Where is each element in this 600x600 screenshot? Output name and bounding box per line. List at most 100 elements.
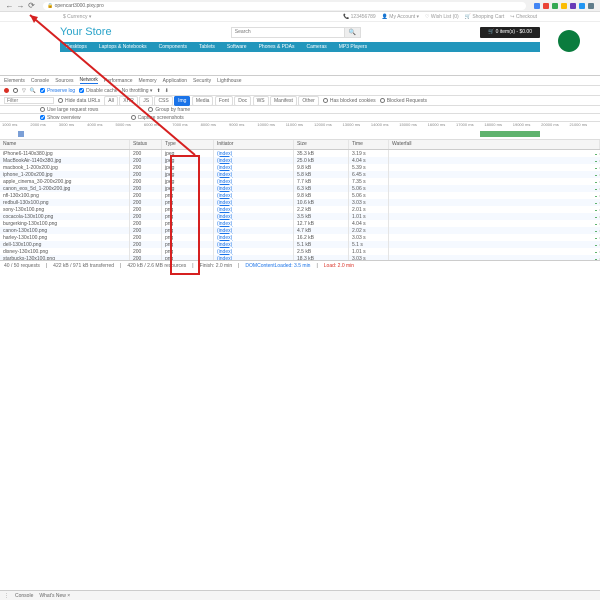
- nav-item[interactable]: Phones & PDAs: [253, 42, 301, 52]
- notification-badge[interactable]: [558, 30, 580, 52]
- filter-icon[interactable]: ▽: [22, 88, 26, 94]
- phone-link[interactable]: 📞 123456789: [343, 14, 376, 20]
- col-initiator[interactable]: Initiator: [214, 140, 294, 149]
- timeline-overview[interactable]: 1000 ms2000 ms3000 ms4000 ms5000 ms6000 …: [0, 122, 600, 140]
- filter-type[interactable]: Font: [215, 96, 233, 106]
- checkout-link[interactable]: ↪ Checkout: [510, 14, 537, 20]
- nav-item[interactable]: Components: [153, 42, 193, 52]
- nav-item[interactable]: Tablets: [193, 42, 221, 52]
- filter-type[interactable]: WS: [253, 96, 269, 106]
- filter-type[interactable]: Media: [192, 96, 214, 106]
- large-rows-checkbox[interactable]: Use large request rows: [40, 107, 98, 113]
- timeline-tick: 6000 ms: [144, 122, 172, 130]
- ext-icon[interactable]: [570, 3, 576, 9]
- timeline-tick: 7000 ms: [172, 122, 200, 130]
- ext-icon[interactable]: [552, 3, 558, 9]
- view-options: Use large request rows Group by frame: [0, 106, 600, 114]
- summary-finish: Finish: 2.0 min: [200, 263, 233, 269]
- timeline-tick: 14000 ms: [371, 122, 399, 130]
- nav-item[interactable]: Laptops & Notebooks: [93, 42, 153, 52]
- network-summary: 40 / 50 requests| 422 kB / 971 kB transf…: [0, 260, 600, 270]
- upload-icon[interactable]: ⬆: [156, 88, 160, 94]
- hide-dataurl-checkbox[interactable]: Hide data URLs: [58, 98, 100, 104]
- wishlist-link[interactable]: ♡ Wish List (0): [425, 14, 459, 20]
- devtools-tabs: Elements Console Sources Network Performance…: [0, 76, 600, 86]
- back-icon[interactable]: ←: [6, 2, 13, 9]
- nav-item[interactable]: Cameras: [300, 42, 332, 52]
- blocked-requests-checkbox[interactable]: Blocked Requests: [380, 98, 427, 104]
- ext-icon[interactable]: [534, 3, 540, 9]
- col-status[interactable]: Status: [130, 140, 162, 149]
- timeline-tick: 18000 ms: [484, 122, 512, 130]
- timeline-tick: 2000 ms: [30, 122, 58, 130]
- cart-button[interactable]: 🛒 0 item(s) - $0.00: [480, 27, 540, 38]
- col-time[interactable]: Time: [349, 140, 389, 149]
- forward-icon[interactable]: →: [17, 2, 24, 9]
- screenshots-checkbox[interactable]: Capture screenshots: [131, 115, 184, 121]
- browser-chrome: ← → ⟳ 🔒 opencart3000.pixy.pro: [0, 0, 600, 12]
- devtools-tab[interactable]: Lighthouse: [217, 78, 241, 84]
- timeline-tick: 15000 ms: [399, 122, 427, 130]
- timeline-tick: 13000 ms: [343, 122, 371, 130]
- ext-icon[interactable]: [588, 3, 594, 9]
- nav-item[interactable]: MP3 Players: [333, 42, 373, 52]
- col-waterfall[interactable]: Waterfall: [389, 140, 600, 149]
- filter-type[interactable]: Manifest: [270, 96, 297, 106]
- cart-link[interactable]: 🛒 Shopping Cart: [465, 14, 505, 20]
- col-name[interactable]: Name: [0, 140, 130, 149]
- download-icon[interactable]: ⬇: [165, 88, 169, 94]
- devtools-tab[interactable]: Console: [31, 78, 49, 84]
- account-menu[interactable]: 👤 My Account ▾: [382, 14, 419, 20]
- console-tab[interactable]: Console: [15, 593, 33, 599]
- devtools-tab[interactable]: Memory: [139, 78, 157, 84]
- search-button[interactable]: 🔍: [345, 27, 361, 38]
- lock-icon: 🔒: [47, 3, 53, 9]
- disable-cache-checkbox[interactable]: Disable cache: [79, 88, 117, 94]
- search-input[interactable]: [231, 27, 345, 38]
- store-logo[interactable]: Your Store: [60, 26, 112, 38]
- timeline-tick: 4000 ms: [87, 122, 115, 130]
- filter-type[interactable]: Other: [298, 96, 319, 106]
- col-type[interactable]: Type: [162, 140, 214, 149]
- filter-type[interactable]: JS: [139, 96, 153, 106]
- ext-icon[interactable]: [579, 3, 585, 9]
- timeline-tick: 12000 ms: [314, 122, 342, 130]
- filter-type[interactable]: Img: [174, 96, 190, 106]
- blocked-cookies-checkbox[interactable]: Has blocked cookies: [323, 98, 376, 104]
- reload-icon[interactable]: ⟳: [28, 2, 35, 9]
- nav-item[interactable]: Software: [221, 42, 253, 52]
- preserve-log-checkbox[interactable]: Preserve log: [40, 88, 75, 94]
- ext-icon[interactable]: [561, 3, 567, 9]
- summary-requests: 40 / 50 requests: [4, 263, 40, 269]
- filter-type[interactable]: Doc: [234, 96, 251, 106]
- timeline-tick: 11000 ms: [286, 122, 314, 130]
- throttle-select[interactable]: No throttling ▾: [122, 88, 153, 94]
- devtools-tab[interactable]: Sources: [55, 78, 73, 84]
- devtools-tab[interactable]: Elements: [4, 78, 25, 84]
- network-table-header: Name Status Type Initiator Size Time Wat…: [0, 140, 600, 150]
- devtools-tab[interactable]: Application: [163, 78, 187, 84]
- filter-type[interactable]: XHR: [119, 96, 138, 106]
- drawer-toggle-icon[interactable]: ⋮: [4, 593, 9, 599]
- devtools-tab[interactable]: Network: [80, 77, 98, 84]
- filter-type[interactable]: CSS: [154, 96, 172, 106]
- devtools-tab[interactable]: Performance: [104, 78, 133, 84]
- url-bar[interactable]: 🔒 opencart3000.pixy.pro: [43, 2, 526, 10]
- show-overview-checkbox[interactable]: Show overview: [40, 115, 81, 121]
- currency-selector[interactable]: $ Currency ▾: [63, 14, 91, 20]
- store-header: Your Store 🔍 🛒 0 item(s) - $0.00: [0, 22, 600, 42]
- nav-item[interactable]: Desktops: [60, 42, 93, 52]
- ext-icon[interactable]: [543, 3, 549, 9]
- filter-type[interactable]: All: [104, 96, 118, 106]
- table-row[interactable]: starbucks-130x100.png200png(index)18.3 k…: [0, 255, 600, 260]
- whatsnew-tab[interactable]: What's New ×: [39, 593, 70, 599]
- search-icon[interactable]: 🔍: [30, 88, 36, 94]
- clear-icon[interactable]: [13, 88, 18, 93]
- filter-input[interactable]: [4, 97, 54, 104]
- timeline-bar: [18, 131, 24, 137]
- record-icon[interactable]: [4, 88, 9, 93]
- group-frame-checkbox[interactable]: Group by frame: [148, 107, 190, 113]
- col-size[interactable]: Size: [294, 140, 349, 149]
- devtools-tab[interactable]: Security: [193, 78, 211, 84]
- timeline-tick: 21000 ms: [570, 122, 598, 130]
